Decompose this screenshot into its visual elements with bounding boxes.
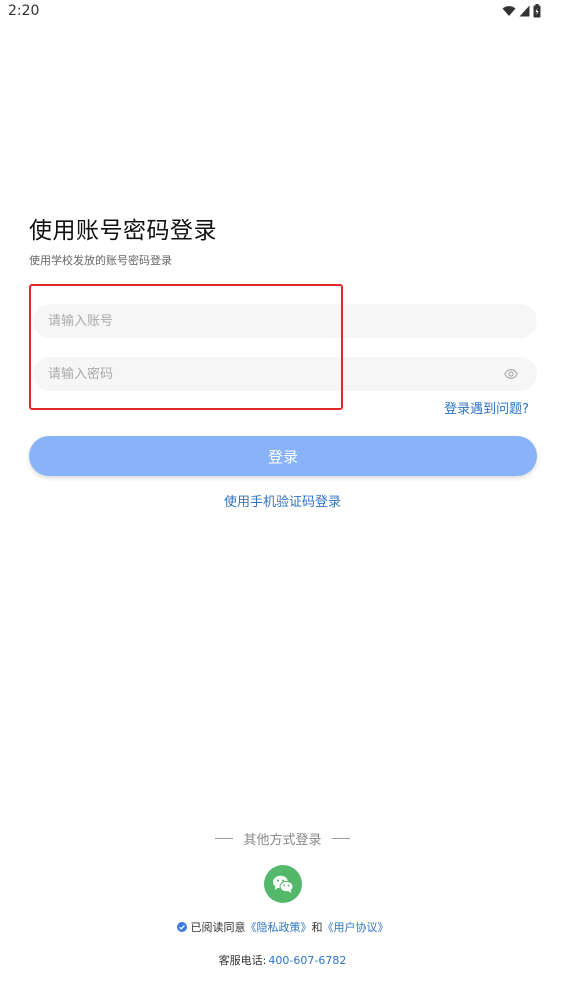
wechat-login-button[interactable]: [264, 865, 302, 903]
status-icons: [502, 4, 541, 18]
login-problem-link[interactable]: 登录遇到问题?: [444, 398, 529, 417]
user-agreement-link[interactable]: 《用户协议》: [323, 919, 389, 935]
page-subtitle: 使用学校发放的账号密码登录: [29, 254, 172, 267]
login-page: 2:20 使用账号密码登录 使用学校发放的账号密码登录 登录遇到问题?: [0, 0, 565, 1004]
agreement-and: 和: [311, 921, 323, 934]
sms-login-link[interactable]: 使用手机验证码登录: [0, 491, 565, 510]
account-field-container: [33, 304, 537, 338]
checkmark-circle-icon[interactable]: [176, 922, 187, 932]
divider-line-right: [331, 838, 350, 839]
account-input[interactable]: [33, 304, 537, 338]
wifi-icon: [502, 6, 516, 16]
login-button[interactable]: 登录: [29, 436, 537, 476]
customer-service-row: 客服电话: 400-607-6782: [0, 952, 565, 968]
privacy-policy-link[interactable]: 《隐私政策》: [246, 919, 312, 935]
battery-icon: [533, 4, 541, 18]
wechat-icon: [273, 875, 294, 893]
eye-icon[interactable]: [504, 367, 518, 381]
service-label: 客服电话:: [218, 954, 267, 967]
other-login-divider: 其他方式登录: [0, 829, 565, 848]
agreement-prefix: 已阅读同意: [190, 921, 246, 934]
divider-line-left: [215, 838, 234, 839]
status-bar: 2:20: [0, 0, 565, 24]
password-input[interactable]: [33, 357, 537, 391]
status-time: 2:20: [8, 3, 40, 19]
cellular-signal-icon: [519, 5, 530, 17]
page-title: 使用账号密码登录: [29, 218, 217, 244]
other-login-label: 其他方式登录: [243, 833, 322, 848]
service-phone-link[interactable]: 400-607-6782: [268, 954, 346, 967]
agreement-row: 已阅读同意 《隐私政策》 和 《用户协议》: [0, 919, 565, 935]
password-field-container: [33, 357, 537, 391]
input-highlight-box: [29, 284, 343, 410]
